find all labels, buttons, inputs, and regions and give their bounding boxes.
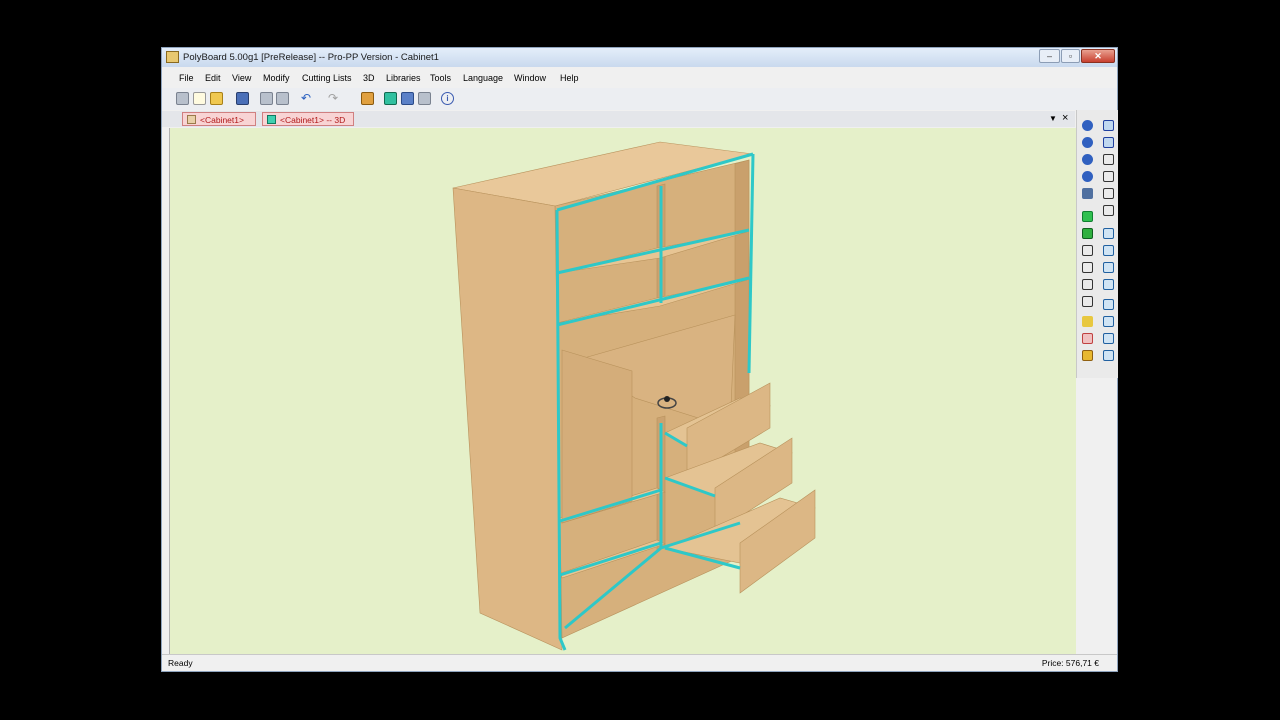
front-right-edge-highlight (747, 153, 755, 374)
iso-cube-icon[interactable] (1103, 316, 1114, 327)
3d-cube-icon (267, 115, 276, 124)
menu-edit[interactable]: Edit (205, 73, 221, 83)
main-toolbar: ↶ ↷ i (162, 88, 1117, 110)
price-readout: Price: 576,71 € (1041, 658, 1099, 668)
document-tab-bar: <Cabinet1> <Cabinet1> -- 3D ▼ × (162, 111, 1075, 127)
green-cube-icon[interactable] (1082, 228, 1093, 239)
menu-window[interactable]: Window (514, 73, 546, 83)
wireframe-cube-icon[interactable] (1103, 171, 1114, 182)
wireframe-cube-icon[interactable] (1103, 188, 1114, 199)
wireframe-cube-icon[interactable] (1103, 205, 1114, 216)
print-preview-icon[interactable] (276, 92, 289, 105)
minimize-button[interactable]: – (1039, 49, 1060, 63)
rotate-view-icon[interactable] (1082, 171, 1093, 182)
export-icon[interactable] (361, 92, 374, 105)
3d-viewport[interactable] (169, 128, 1076, 656)
new-page-icon[interactable] (193, 92, 206, 105)
menu-libraries[interactable]: Libraries (386, 73, 421, 83)
menu-cutting-lists[interactable]: Cutting Lists (302, 73, 352, 83)
left-door (561, 349, 633, 524)
wireframe-cube-icon[interactable] (1082, 245, 1093, 256)
cabinet-left-side (452, 187, 563, 651)
iso-cube-icon[interactable] (1103, 279, 1114, 290)
section-view-icon[interactable] (1082, 333, 1093, 344)
auto-rotate-icon[interactable] (1082, 188, 1093, 199)
blue-cube-icon[interactable] (1103, 137, 1114, 148)
gold-material-icon[interactable] (1082, 350, 1093, 361)
menu-view[interactable]: View (232, 73, 251, 83)
menu-file[interactable]: File (179, 73, 194, 83)
wireframe-cube-icon[interactable] (1082, 296, 1093, 307)
save-icon[interactable] (236, 92, 249, 105)
rotate-view-icon[interactable] (1082, 120, 1093, 131)
iso-cube-icon[interactable] (1103, 228, 1114, 239)
open-folder-icon[interactable] (210, 92, 223, 105)
rotate-view-icon[interactable] (1082, 154, 1093, 165)
iso-cube-icon[interactable] (1103, 262, 1114, 273)
iso-cube-icon[interactable] (1103, 333, 1114, 344)
info-icon[interactable]: i (441, 92, 454, 105)
cabinet-3d-model[interactable] (170, 128, 1076, 656)
green-cube-icon[interactable] (1082, 211, 1093, 222)
blue-cube-icon[interactable] (1103, 120, 1114, 131)
menu-tools[interactable]: Tools (430, 73, 451, 83)
polyboard-app-icon (166, 51, 179, 63)
menu-3d[interactable]: 3D (363, 73, 375, 83)
maximize-icon: ▫ (1068, 51, 1073, 61)
tab-label: <Cabinet1> (200, 115, 244, 125)
close-button[interactable]: ✕ (1081, 49, 1115, 63)
maximize-button[interactable]: ▫ (1061, 49, 1080, 63)
render-icon[interactable] (401, 92, 414, 105)
application-window: PolyBoard 5.00g1 [PreRelease] -- Pro-PP … (161, 47, 1118, 672)
elevation-icon[interactable] (1082, 316, 1093, 327)
wireframe-cube-icon[interactable] (1103, 154, 1114, 165)
status-text: Ready (168, 658, 193, 668)
document-icon (187, 115, 196, 124)
menu-modify[interactable]: Modify (263, 73, 290, 83)
wireframe-cube-icon[interactable] (1082, 262, 1093, 273)
status-bar: Ready Price: 576,71 € (162, 654, 1117, 671)
redo-icon[interactable]: ↷ (328, 92, 341, 105)
minimize-icon: – (1046, 51, 1052, 61)
tab-close-icon[interactable]: × (1062, 112, 1068, 124)
iso-cube-icon[interactable] (1103, 299, 1114, 310)
tab-cabinet1[interactable]: <Cabinet1> (182, 112, 256, 126)
title-bar[interactable]: PolyBoard 5.00g1 [PreRelease] -- Pro-PP … (162, 48, 1117, 67)
menu-language[interactable]: Language (463, 73, 503, 83)
tab-label: <Cabinet1> -- 3D (280, 115, 346, 125)
iso-cube-icon[interactable] (1103, 350, 1114, 361)
view-toolbar (1076, 110, 1118, 378)
undo-icon[interactable]: ↶ (301, 92, 314, 105)
print-icon[interactable] (260, 92, 273, 105)
tab-cabinet1-3d[interactable]: <Cabinet1> -- 3D (262, 112, 354, 126)
menu-bar: File Edit View Modify Cutting Lists 3D L… (162, 68, 1117, 88)
window-title: PolyBoard 5.00g1 [PreRelease] -- Pro-PP … (183, 52, 439, 63)
wireframe-cube-icon[interactable] (1082, 279, 1093, 290)
3d-view-icon[interactable] (384, 92, 397, 105)
menu-help[interactable]: Help (560, 73, 579, 83)
new-document-icon[interactable] (176, 92, 189, 105)
rotate-view-icon[interactable] (1082, 137, 1093, 148)
tab-list-dropdown-icon[interactable]: ▼ (1049, 114, 1057, 123)
settings-icon[interactable] (418, 92, 431, 105)
iso-cube-icon[interactable] (1103, 245, 1114, 256)
close-icon: ✕ (1094, 51, 1102, 61)
